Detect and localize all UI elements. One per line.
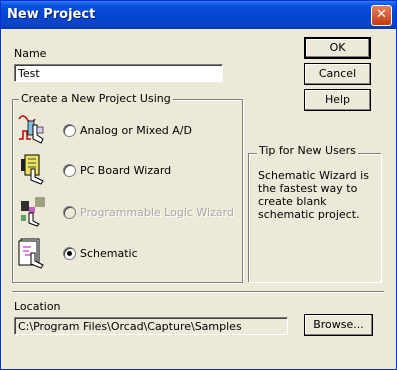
tips-text: Schematic Wizard is the fastest way to c…: [258, 169, 369, 221]
location-field[interactable]: C:\Program Files\Orcad\Capture\Samples: [14, 317, 288, 335]
radio-analog[interactable]: [63, 124, 76, 137]
programmable-logic-icon: [17, 195, 49, 227]
separator: [12, 291, 384, 293]
option-schematic[interactable]: Schematic: [63, 247, 138, 260]
option-programmable-logic-label: Programmable Logic Wizard: [80, 206, 234, 219]
name-label: Name: [14, 47, 47, 60]
option-schematic-label: Schematic: [80, 247, 138, 260]
ok-button[interactable]: OK: [304, 37, 371, 59]
project-type-group-title: Create a New Project Using: [19, 92, 173, 105]
option-programmable-logic[interactable]: Programmable Logic Wizard: [63, 206, 234, 219]
option-analog-label: Analog or Mixed A/D: [80, 124, 192, 137]
pc-board-icon: [17, 153, 49, 185]
radio-schematic[interactable]: [63, 247, 76, 260]
help-button[interactable]: Help: [304, 89, 371, 111]
tips-title: Tip for New Users: [257, 144, 358, 157]
radio-programmable-logic[interactable]: [63, 206, 76, 219]
radio-pc-board[interactable]: [63, 164, 76, 177]
cancel-button[interactable]: Cancel: [304, 63, 371, 85]
location-label: Location: [14, 300, 61, 313]
analog-icon: [17, 113, 49, 145]
close-button[interactable]: ✕: [371, 5, 392, 26]
title-bar[interactable]: New Project ✕: [1, 1, 396, 29]
option-pc-board[interactable]: PC Board Wizard: [63, 164, 171, 177]
option-analog[interactable]: Analog or Mixed A/D: [63, 124, 192, 137]
browse-button[interactable]: Browse...: [304, 314, 373, 336]
name-field[interactable]: Test: [14, 64, 223, 82]
schematic-icon: [17, 237, 49, 269]
window-title: New Project: [7, 7, 96, 22]
option-pc-board-label: PC Board Wizard: [80, 164, 172, 177]
new-project-dialog: New Project ✕ Name Test OK Cancel Help C…: [0, 0, 397, 370]
